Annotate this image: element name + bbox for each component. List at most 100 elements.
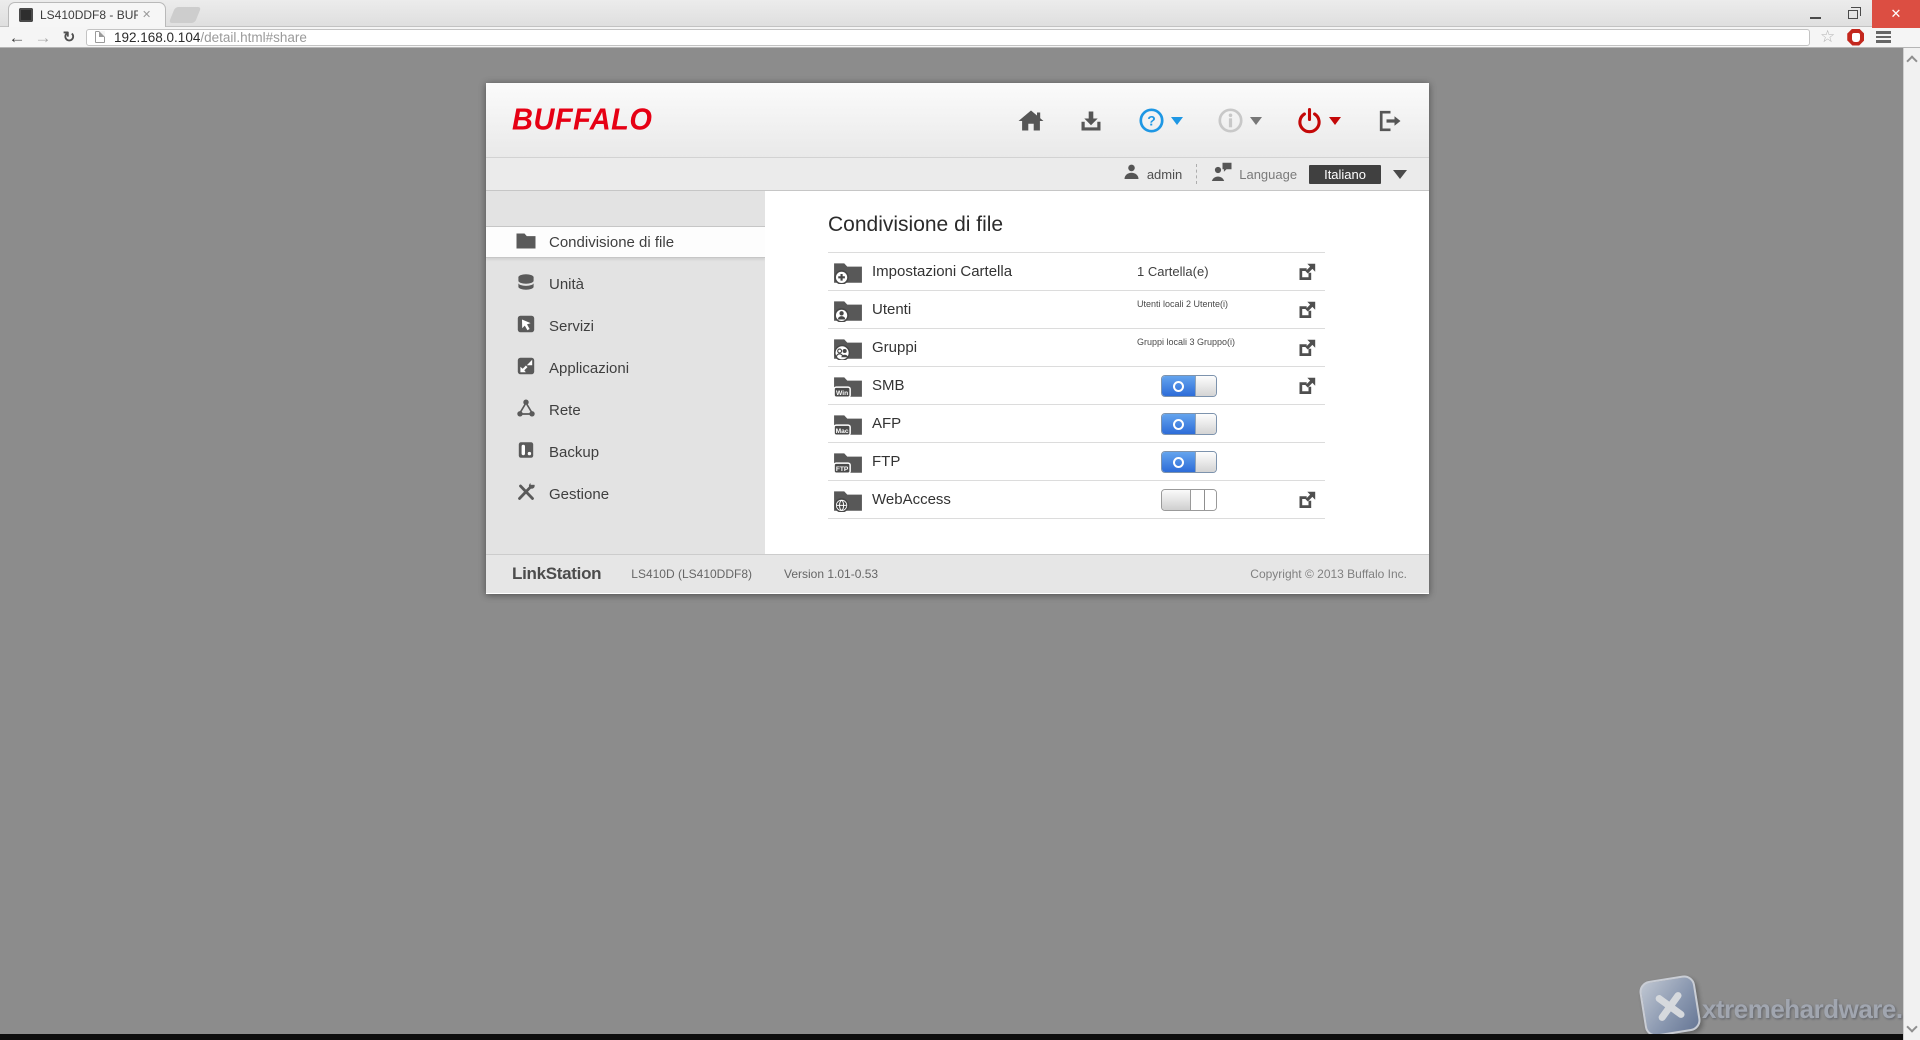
setting-label: Gruppi: [872, 339, 917, 356]
scroll-up-icon[interactable]: [1906, 55, 1917, 66]
url-path: /detail.html#share: [200, 30, 307, 45]
copyright: Copyright © 2013 Buffalo Inc.: [1250, 567, 1407, 581]
new-tab-button[interactable]: [169, 7, 201, 23]
tab-close-icon[interactable]: ✕: [142, 10, 151, 21]
help-caret-icon: [1171, 117, 1183, 125]
restore-icon: [1848, 10, 1858, 19]
tab-title: LS410DDF8 - BUFFALO Lin: [40, 8, 138, 22]
tools-icon: [516, 482, 536, 507]
toggle-on-side: [1162, 376, 1195, 396]
forward-button[interactable]: →: [30, 29, 56, 46]
open-external-icon[interactable]: [1297, 490, 1317, 515]
open-external-icon[interactable]: [1297, 376, 1317, 401]
folder-users-icon: [833, 336, 863, 365]
sidebar-item-rete[interactable]: Rete: [486, 394, 765, 426]
folder-globe-icon: [833, 488, 863, 517]
toggle-switch-on[interactable]: [1161, 451, 1217, 473]
drive-icon: [516, 272, 536, 297]
window-restore-button[interactable]: [1834, 0, 1872, 28]
sidebar-item-backup[interactable]: Backup: [486, 436, 765, 468]
sidebar-item-applicazioni[interactable]: Applicazioni: [486, 352, 765, 384]
setting-row-webaccess: WebAccess: [828, 481, 1325, 519]
window-close-button[interactable]: ✕: [1872, 0, 1920, 28]
refresh-button[interactable]: ↻: [56, 30, 82, 45]
folder-icon: [516, 231, 536, 254]
toggle-off-side: [1191, 490, 1216, 510]
home-button[interactable]: [1018, 108, 1044, 134]
logged-in-user: admin: [1123, 163, 1182, 185]
folder-ftp-icon: FTP: [833, 450, 863, 479]
firmware-version: Version 1.01-0.53: [784, 567, 878, 581]
user-bar: admin Language Italiano: [486, 158, 1429, 191]
info-caret-icon: [1250, 117, 1262, 125]
toggle-knob: [1195, 376, 1216, 396]
sidebar-item-condivisione-di-file[interactable]: Condivisione di file: [486, 226, 765, 258]
user-icon: [1123, 163, 1140, 185]
header-icon-bar: ?: [984, 83, 1401, 158]
browser-toolbar: ← → ↻ 192.168.0.104/detail.html#share ☆: [0, 27, 1920, 48]
adblock-extension-icon[interactable]: [1847, 29, 1864, 46]
browser-menu-icon[interactable]: [1876, 31, 1891, 43]
sidebar-item-gestione[interactable]: Gestione: [486, 478, 765, 510]
browser-tab[interactable]: LS410DDF8 - BUFFALO Lin ✕: [8, 2, 166, 27]
folder-win-icon: Win: [833, 374, 863, 403]
info-button[interactable]: [1217, 107, 1262, 134]
setting-row-impostazioni-cartella: Impostazioni Cartella1 Cartella(e): [828, 253, 1325, 291]
setting-value: Utenti locali 2 Utente(i): [1137, 299, 1228, 309]
toggle-switch-off[interactable]: [1161, 489, 1217, 511]
language-value[interactable]: Italiano: [1309, 165, 1381, 184]
linkstation-brand: LinkStation: [512, 564, 601, 584]
address-bar[interactable]: 192.168.0.104/detail.html#share: [86, 29, 1810, 46]
toggle-knob: [1195, 452, 1216, 472]
panel-body: Condivisione di file Unità Servizi Applicaz…: [486, 191, 1429, 554]
device-model: LS410D (LS410DDF8): [631, 567, 752, 581]
language-label: Language: [1239, 167, 1297, 182]
toggle-knob: [1162, 490, 1191, 510]
language-selector[interactable]: Language Italiano: [1211, 162, 1407, 186]
main-content: Condivisione di file Impostazioni Cartel…: [765, 191, 1429, 554]
sidebar-item-label: Condivisione di file: [549, 234, 674, 251]
setting-label: AFP: [872, 415, 901, 432]
window-minimize-button[interactable]: [1796, 0, 1834, 28]
language-caret-icon[interactable]: [1393, 170, 1407, 179]
sidebar-item-label: Rete: [549, 402, 581, 419]
page-background: BUFFALO ? admin Language Italiano: [0, 48, 1920, 1040]
sidebar-item-unit-[interactable]: Unità: [486, 268, 765, 300]
toggle-on-side: [1162, 452, 1195, 472]
open-external-icon[interactable]: [1297, 300, 1317, 325]
logout-button[interactable]: [1375, 108, 1401, 134]
scroll-down-icon[interactable]: [1906, 1021, 1917, 1032]
sidebar-item-servizi[interactable]: Servizi: [486, 310, 765, 342]
toggle-switch-on[interactable]: [1161, 413, 1217, 435]
svg-text:Win: Win: [836, 390, 848, 397]
panel-footer: LinkStation LS410D (LS410DDF8) Version 1…: [486, 554, 1429, 593]
power-button[interactable]: [1296, 107, 1341, 134]
minimize-icon: [1810, 17, 1821, 19]
screenshot-edge: [0, 1034, 1903, 1040]
page-scrollbar[interactable]: [1903, 48, 1920, 1040]
backup-icon: [516, 440, 536, 465]
buffalo-logo: BUFFALO: [512, 103, 652, 138]
apps-icon: [516, 356, 536, 381]
tab-favicon-icon: [19, 8, 33, 22]
bookmark-star-icon[interactable]: ☆: [1820, 27, 1835, 47]
toggle-switch-on[interactable]: [1161, 375, 1217, 397]
sidebar-item-label: Servizi: [549, 318, 594, 335]
toggle-knob: [1195, 414, 1216, 434]
help-button[interactable]: ?: [1138, 107, 1183, 134]
open-external-icon[interactable]: [1297, 338, 1317, 363]
watermark: xtremehardware.com: [1638, 972, 1918, 1040]
download-button[interactable]: [1078, 108, 1104, 134]
folder-mac-icon: Mac: [833, 412, 863, 441]
setting-label: Utenti: [872, 301, 911, 318]
folder-plus-icon: [833, 260, 863, 289]
language-icon: [1211, 162, 1232, 186]
url-text: 192.168.0.104/detail.html#share: [114, 30, 307, 45]
xtremehardware-logo-icon: [1638, 974, 1702, 1038]
watermark-text: xtremehardware.com: [1702, 994, 1920, 1025]
back-button[interactable]: ←: [4, 29, 30, 46]
open-external-icon[interactable]: [1297, 262, 1317, 287]
toggle-on-side: [1162, 414, 1195, 434]
folder-user-icon: [833, 298, 863, 327]
sidebar-item-label: Applicazioni: [549, 360, 629, 377]
